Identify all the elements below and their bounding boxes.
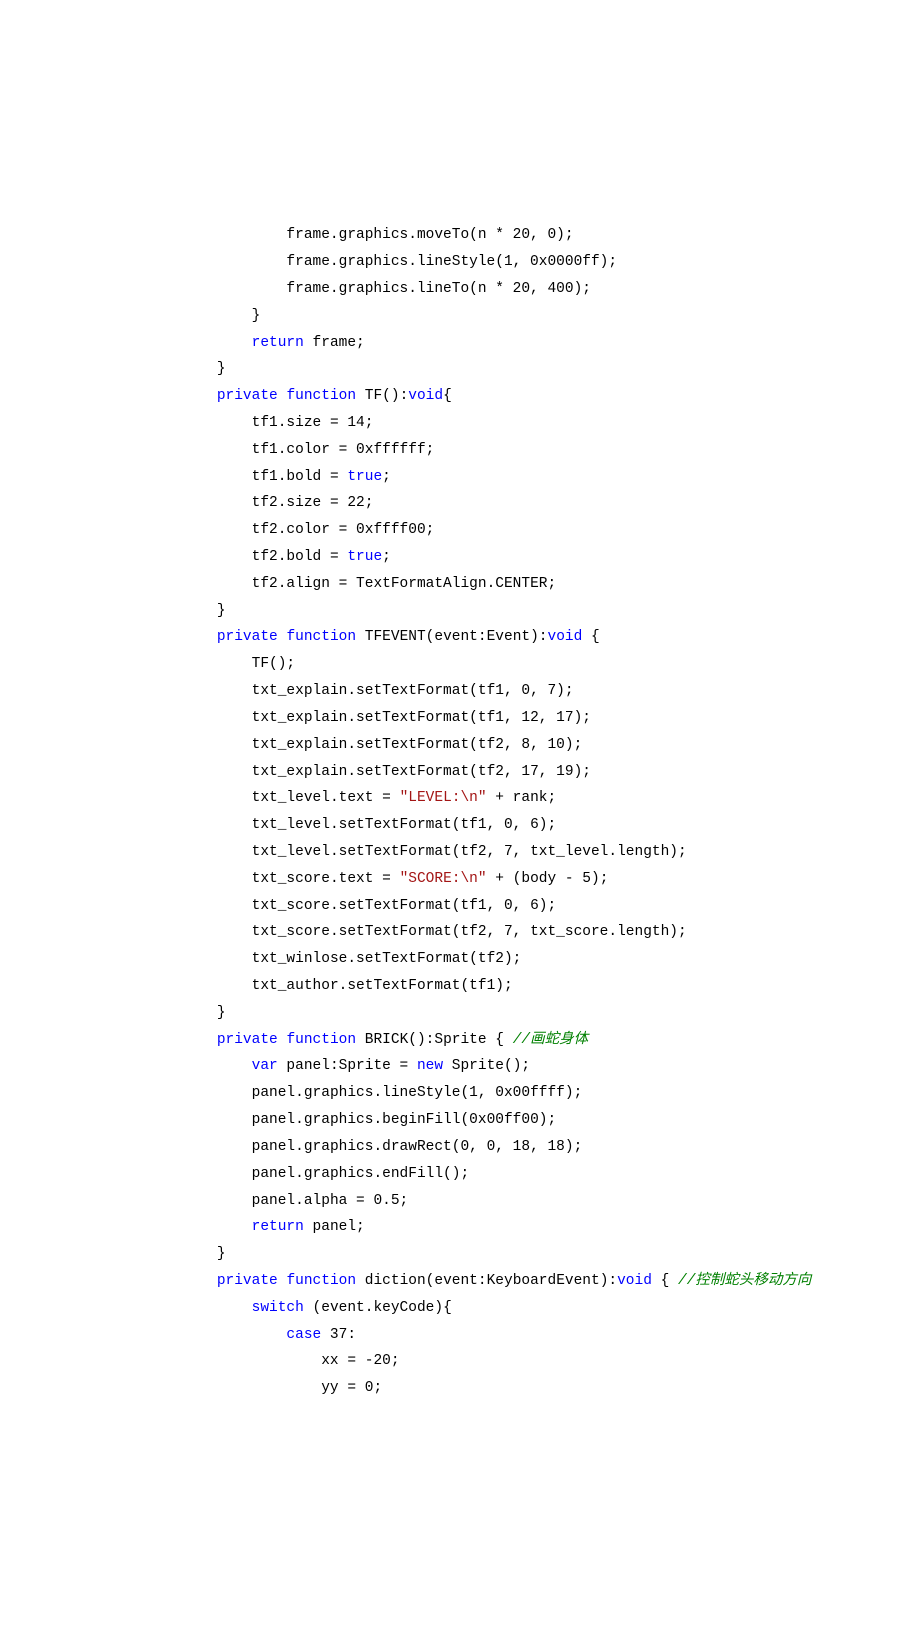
code-line: private function TF():void{ <box>182 383 920 410</box>
code-line: } <box>182 303 920 330</box>
code-line: panel.graphics.beginFill(0x00ff00); <box>182 1107 920 1134</box>
code-line: yy = 0; <box>182 1375 920 1402</box>
code-line: frame.graphics.moveTo(n * 20, 0); <box>182 222 920 249</box>
code-line: private function diction(event:KeyboardE… <box>182 1268 920 1295</box>
code-line: return frame; <box>182 330 920 357</box>
code-line: private function BRICK():Sprite { //画蛇身体 <box>182 1027 920 1054</box>
code-line: tf2.color = 0xffff00; <box>182 517 920 544</box>
code-line: panel.graphics.drawRect(0, 0, 18, 18); <box>182 1134 920 1161</box>
code-line: return panel; <box>182 1214 920 1241</box>
code-line: txt_level.setTextFormat(tf1, 0, 6); <box>182 812 920 839</box>
code-line: txt_score.text = "SCORE:\n" + (body - 5)… <box>182 866 920 893</box>
code-line: tf1.size = 14; <box>182 410 920 437</box>
code-line: TF(); <box>182 651 920 678</box>
code-line: tf2.align = TextFormatAlign.CENTER; <box>182 571 920 598</box>
code-line: } <box>182 356 920 383</box>
code-line: frame.graphics.lineStyle(1, 0x0000ff); <box>182 249 920 276</box>
code-line: panel.alpha = 0.5; <box>182 1188 920 1215</box>
code-line: } <box>182 598 920 625</box>
code-line: tf2.bold = true; <box>182 544 920 571</box>
code-line: tf2.size = 22; <box>182 490 920 517</box>
code-line: var panel:Sprite = new Sprite(); <box>182 1053 920 1080</box>
code-line: case 37: <box>182 1322 920 1349</box>
code-line: txt_level.text = "LEVEL:\n" + rank; <box>182 785 920 812</box>
code-line: tf1.color = 0xffffff; <box>182 437 920 464</box>
code-line: private function TFEVENT(event:Event):vo… <box>182 624 920 651</box>
code-line: txt_winlose.setTextFormat(tf2); <box>182 946 920 973</box>
code-line: txt_explain.setTextFormat(tf2, 17, 19); <box>182 759 920 786</box>
code-line: } <box>182 1000 920 1027</box>
code-line: txt_explain.setTextFormat(tf1, 0, 7); <box>182 678 920 705</box>
code-line: txt_author.setTextFormat(tf1); <box>182 973 920 1000</box>
code-block: frame.graphics.moveTo(n * 20, 0); frame.… <box>0 107 920 1502</box>
code-line: txt_score.setTextFormat(tf1, 0, 6); <box>182 893 920 920</box>
code-line: xx = -20; <box>182 1348 920 1375</box>
code-line: panel.graphics.endFill(); <box>182 1161 920 1188</box>
code-line: panel.graphics.lineStyle(1, 0x00ffff); <box>182 1080 920 1107</box>
code-line: } <box>182 1241 920 1268</box>
code-line: frame.graphics.lineTo(n * 20, 400); <box>182 276 920 303</box>
code-line: tf1.bold = true; <box>182 464 920 491</box>
code-line: txt_explain.setTextFormat(tf1, 12, 17); <box>182 705 920 732</box>
code-line: txt_level.setTextFormat(tf2, 7, txt_leve… <box>182 839 920 866</box>
code-line: switch (event.keyCode){ <box>182 1295 920 1322</box>
code-line: txt_explain.setTextFormat(tf2, 8, 10); <box>182 732 920 759</box>
code-line: txt_score.setTextFormat(tf2, 7, txt_scor… <box>182 919 920 946</box>
